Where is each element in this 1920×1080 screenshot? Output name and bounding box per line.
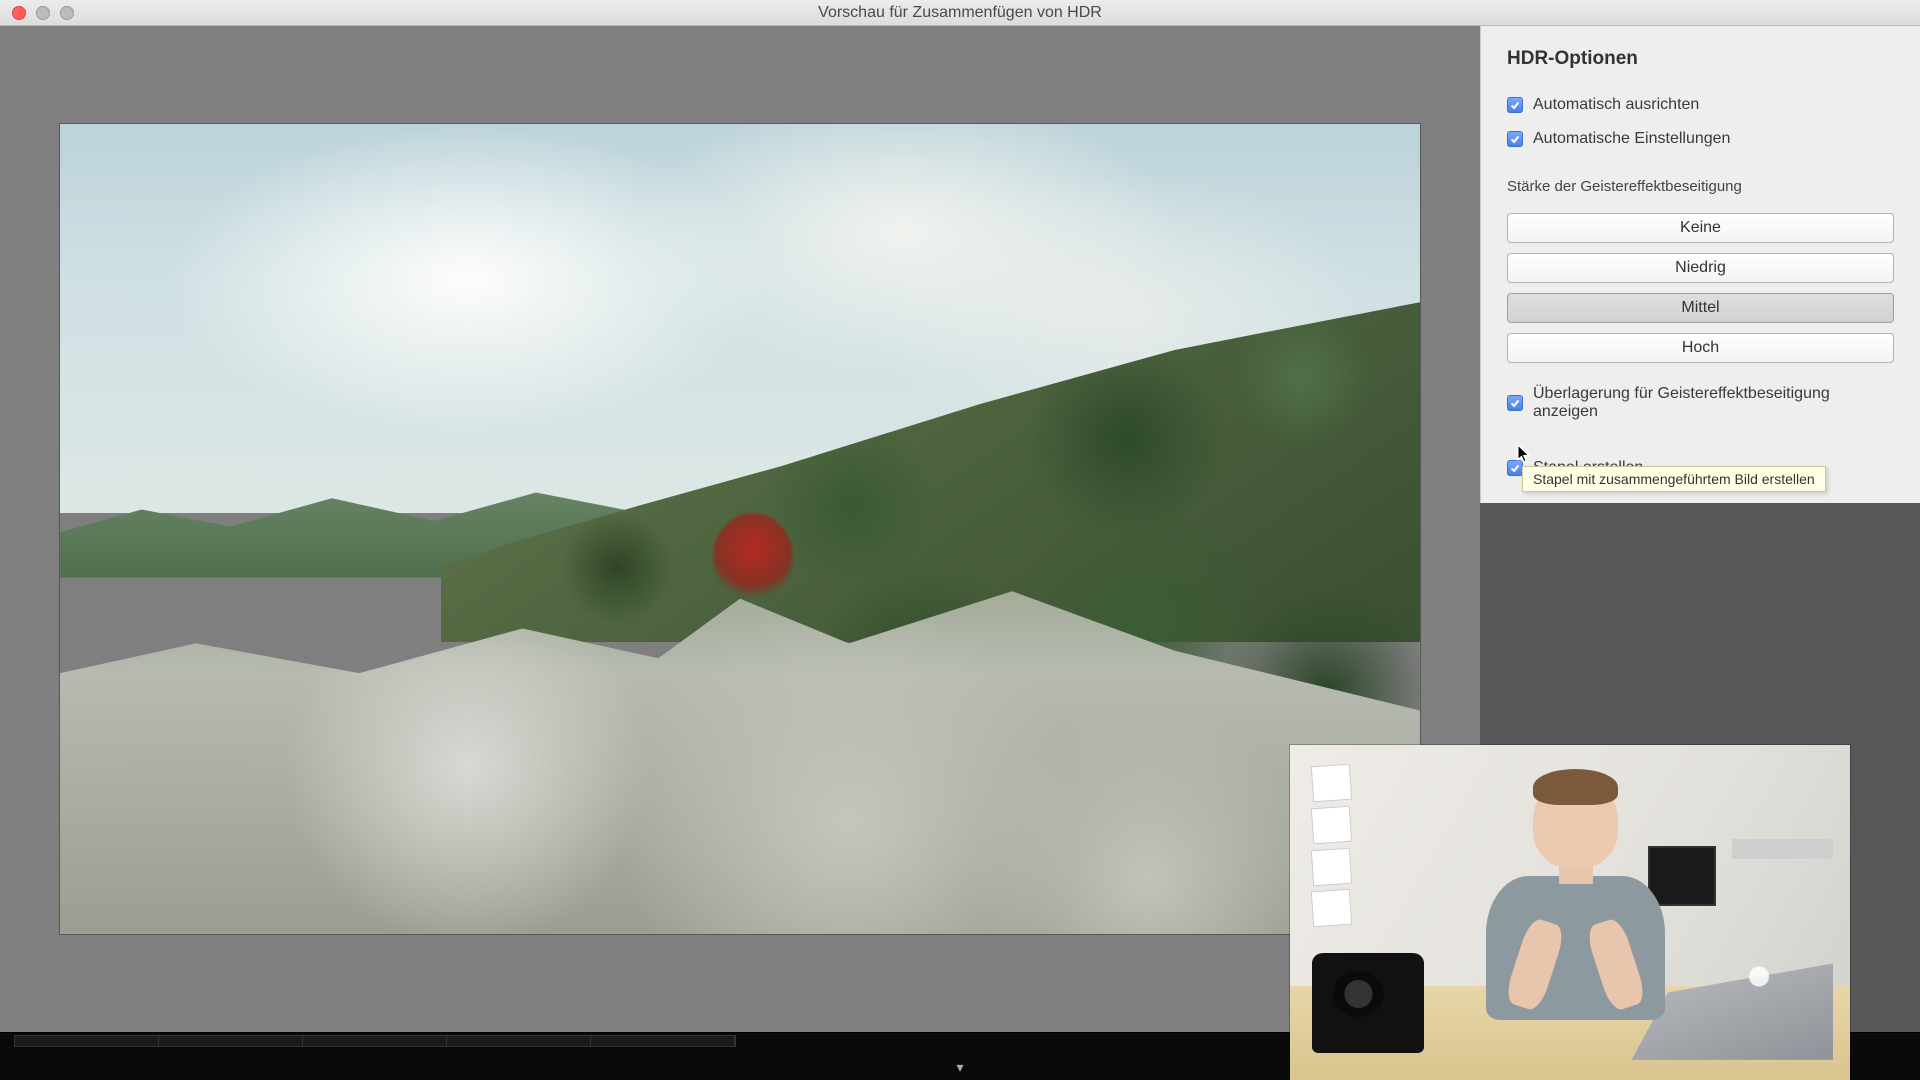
webcam-overlay (1290, 745, 1850, 1080)
deghost-heading: Stärke der Geistereffektbeseitigung (1507, 178, 1894, 195)
hdr-preview-image[interactable] (60, 124, 1420, 934)
filmstrip-thumb[interactable] (159, 1036, 303, 1046)
filmstrip-thumb[interactable] (15, 1036, 159, 1046)
filmstrip-thumb[interactable] (303, 1036, 447, 1046)
deghost-high-button[interactable]: Hoch (1507, 333, 1894, 363)
filmstrip-toggle-icon[interactable]: ▾ (956, 1059, 963, 1076)
filmstrip-thumbs[interactable] (14, 1035, 736, 1047)
window-controls (12, 6, 74, 20)
checkbox-icon (1507, 97, 1523, 113)
show-deghost-overlay-checkbox[interactable]: Überlagerung für Geistereffektbeseitigun… (1507, 385, 1894, 421)
window-title: Vorschau für Zusammenfügen von HDR (0, 0, 1920, 25)
camera-icon (1312, 953, 1424, 1054)
auto-settings-checkbox[interactable]: Automatische Einstellungen (1507, 130, 1894, 148)
apple-logo-icon (1746, 963, 1772, 993)
filmstrip-thumb[interactable] (447, 1036, 591, 1046)
checkbox-icon (1507, 131, 1523, 147)
filmstrip-thumb[interactable] (591, 1036, 735, 1046)
preview-pane (0, 26, 1480, 1032)
panel-heading: HDR-Optionen (1507, 48, 1894, 70)
presenter (1469, 758, 1682, 1019)
checkbox-icon (1507, 460, 1523, 476)
show-deghost-overlay-label: Überlagerung für Geistereffektbeseitigun… (1533, 385, 1894, 421)
create-stack-tooltip: Stapel mit zusammengeführtem Bild erstel… (1522, 466, 1826, 492)
deghost-medium-button[interactable]: Mittel (1507, 293, 1894, 323)
auto-align-label: Automatisch ausrichten (1533, 96, 1699, 114)
close-window-icon[interactable] (12, 6, 26, 20)
zoom-window-icon[interactable] (60, 6, 74, 20)
deghost-low-button[interactable]: Niedrig (1507, 253, 1894, 283)
auto-settings-label: Automatische Einstellungen (1533, 130, 1730, 148)
deghost-overlay-region (713, 513, 793, 603)
deghost-amount-group: Keine Niedrig Mittel Hoch (1507, 213, 1894, 363)
wall-photos-icon (1307, 765, 1363, 966)
minimize-window-icon[interactable] (36, 6, 50, 20)
deghost-none-button[interactable]: Keine (1507, 213, 1894, 243)
checkbox-icon (1507, 395, 1523, 411)
titlebar: Vorschau für Zusammenfügen von HDR (0, 0, 1920, 26)
hdr-options-panel: HDR-Optionen Automatisch ausrichten Auto… (1480, 26, 1920, 503)
auto-align-checkbox[interactable]: Automatisch ausrichten (1507, 96, 1894, 114)
